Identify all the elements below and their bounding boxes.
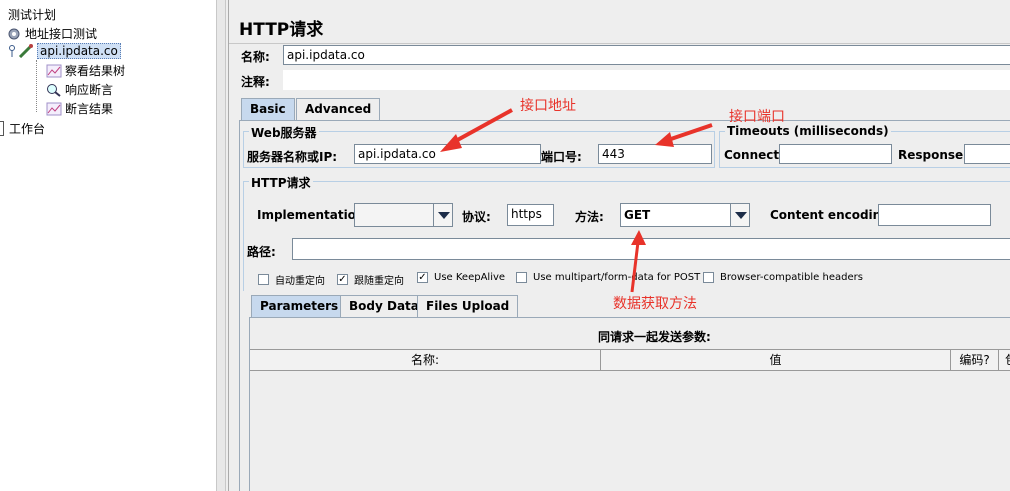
timeouts-title: Timeouts (milliseconds) <box>725 124 891 138</box>
tab-files-upload[interactable]: Files Upload <box>417 295 519 317</box>
path-input[interactable] <box>292 238 1010 260</box>
tab-body-data[interactable]: Body Data <box>340 295 428 317</box>
implementation-dropdown-icon[interactable] <box>433 203 453 227</box>
column-value-header[interactable]: 值 <box>601 349 951 371</box>
port-label: 端口号: <box>541 150 582 164</box>
magnifier-icon <box>46 83 62 97</box>
web-server-title: Web服务器 <box>249 124 319 141</box>
checkbox-box[interactable] <box>516 272 527 283</box>
name-label: 名称: <box>241 50 270 64</box>
tree-connector <box>36 60 38 112</box>
expand-handle-icon[interactable] <box>8 44 16 58</box>
tree-item-results-tree[interactable]: 察看结果树 <box>46 62 125 79</box>
implementation-select[interactable] <box>354 203 434 227</box>
tree-workbench-label: 工作台 <box>9 122 46 136</box>
tree-workbench[interactable]: 工作台 <box>0 120 45 137</box>
method-dropdown-icon[interactable] <box>730 203 750 227</box>
name-input[interactable]: api.ipdata.co <box>283 45 1010 65</box>
checkbox-box[interactable]: ✓ <box>337 274 348 285</box>
tree-item-label: 断言结果 <box>65 102 114 116</box>
keepalive-checkbox[interactable]: ✓ Use KeepAlive <box>417 272 505 283</box>
pipette-icon <box>18 44 34 59</box>
column-encode-header[interactable]: 编码? <box>951 349 999 371</box>
checkbox-label: Use multipart/form-data for POST <box>533 272 701 283</box>
checkbox-box[interactable] <box>258 274 269 285</box>
tree-sampler-label: api.ipdata.co <box>37 43 121 59</box>
protocol-input[interactable]: https <box>507 204 554 226</box>
pane-splitter[interactable] <box>216 0 226 491</box>
column-include-header[interactable]: 包 <box>1005 349 1010 371</box>
follow-redirect-checkbox[interactable]: ✓ 跟随重定向 <box>337 272 404 287</box>
tree-item-assertion-results[interactable]: 断言结果 <box>46 100 113 117</box>
tree-thread-group[interactable]: 地址接口测试 <box>6 25 97 42</box>
protocol-label: 协议: <box>462 210 491 224</box>
method-label: 方法: <box>575 210 604 224</box>
tab-basic[interactable]: Basic <box>241 98 295 120</box>
annotation-address: 接口地址 <box>520 98 576 114</box>
workbench-icon <box>0 121 4 136</box>
tree-root-label: 测试计划 <box>8 8 57 22</box>
http-request-panel: HTTP请求 名称: api.ipdata.co 注释: Basic Advan… <box>228 0 1010 491</box>
tab-parameters[interactable]: Parameters <box>251 295 348 317</box>
chart-icon <box>46 64 62 78</box>
connect-label: Connect: <box>724 148 784 162</box>
checkbox-box[interactable]: ✓ <box>417 272 428 283</box>
tree-sampler[interactable]: api.ipdata.co <box>8 43 121 59</box>
checkbox-label: 跟随重定向 <box>354 276 404 287</box>
chart-icon <box>46 102 62 116</box>
checkbox-box[interactable] <box>703 272 714 283</box>
test-plan-tree: 测试计划 地址接口测试 api.ipdata.co 察看结果树 响应断言 断言结… <box>0 0 216 491</box>
params-caption: 同请求一起发送参数: <box>598 330 711 344</box>
http-group-title: HTTP请求 <box>249 174 313 191</box>
checkbox-label: Use KeepAlive <box>434 272 506 283</box>
path-label: 路径: <box>247 245 276 259</box>
server-label: 服务器名称或IP: <box>247 150 338 164</box>
checkbox-label: Browser-compatible headers <box>720 272 863 283</box>
content-encoding-input[interactable] <box>878 204 991 226</box>
port-input[interactable]: 443 <box>598 144 712 164</box>
panel-title: HTTP请求 <box>239 20 324 40</box>
annotation-port: 接口端口 <box>729 109 785 125</box>
tree-item-response-assertion[interactable]: 响应断言 <box>46 81 113 98</box>
server-input[interactable]: api.ipdata.co <box>354 144 541 164</box>
connect-input[interactable] <box>779 144 892 164</box>
tab-advanced[interactable]: Advanced <box>296 98 381 120</box>
method-select[interactable]: GET <box>620 203 731 227</box>
comment-input[interactable] <box>283 70 1010 90</box>
implementation-label: Implementation: <box>257 208 370 222</box>
tree-root[interactable]: 测试计划 <box>8 6 56 23</box>
auto-redirect-checkbox[interactable]: 自动重定向 <box>258 272 325 287</box>
browser-headers-checkbox[interactable]: Browser-compatible headers <box>703 272 863 283</box>
response-label: Response: <box>898 148 968 162</box>
checkbox-label: 自动重定向 <box>275 276 325 287</box>
response-input[interactable] <box>964 144 1010 164</box>
tree-item-label: 响应断言 <box>65 83 114 97</box>
params-table-body[interactable] <box>250 371 1010 491</box>
multipart-checkbox[interactable]: Use multipart/form-data for POST <box>516 272 700 283</box>
content-encoding-label: Content encoding: <box>770 208 895 222</box>
column-name-header[interactable]: 名称: <box>250 349 601 371</box>
comment-label: 注释: <box>241 75 270 89</box>
tree-thread-group-label: 地址接口测试 <box>25 27 98 41</box>
gear-icon <box>6 27 22 41</box>
tree-item-label: 察看结果树 <box>65 64 126 78</box>
annotation-method: 数据获取方法 <box>613 296 697 312</box>
